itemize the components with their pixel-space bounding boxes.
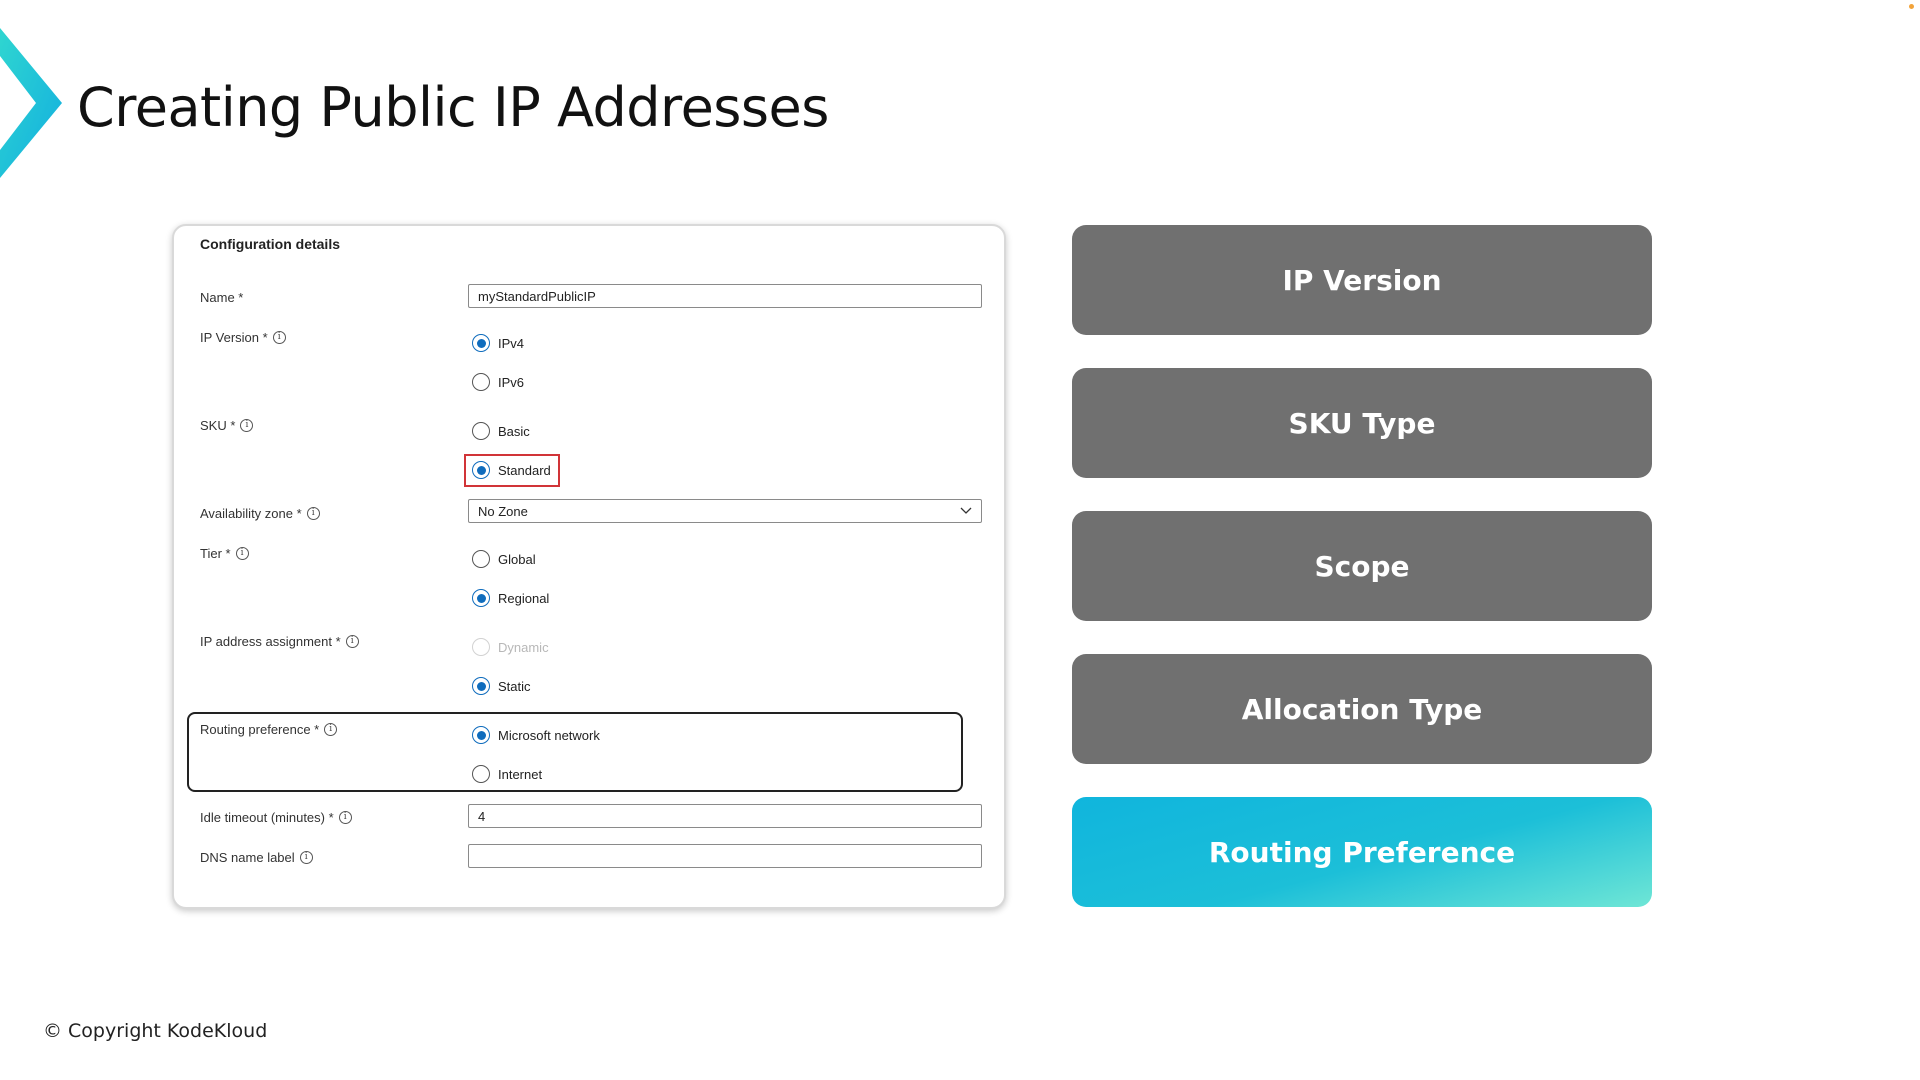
corner-dot bbox=[1909, 4, 1914, 9]
radio-selected-icon bbox=[472, 589, 490, 607]
radio-standard[interactable]: Standard bbox=[472, 461, 551, 479]
availability-zone-label: Availability zone * i bbox=[200, 506, 320, 521]
name-input[interactable] bbox=[468, 284, 982, 308]
copyright-footer: © Copyright KodeKloud bbox=[43, 1020, 268, 1042]
dns-name-input[interactable] bbox=[468, 844, 982, 868]
topic-scope[interactable]: Scope bbox=[1072, 511, 1652, 621]
info-icon[interactable]: i bbox=[324, 723, 338, 736]
radio-basic[interactable]: Basic bbox=[472, 422, 530, 440]
topic-ip-version[interactable]: IP Version bbox=[1072, 225, 1652, 335]
radio-empty-icon bbox=[472, 373, 490, 391]
radio-internet[interactable]: Internet bbox=[472, 765, 542, 783]
info-icon[interactable]: i bbox=[235, 547, 249, 560]
name-label: Name * bbox=[200, 290, 244, 305]
radio-empty-icon bbox=[472, 550, 490, 568]
radio-selected-icon bbox=[472, 334, 490, 352]
radio-ipv4[interactable]: IPv4 bbox=[472, 334, 524, 352]
topic-sku-type[interactable]: SKU Type bbox=[1072, 368, 1652, 478]
radio-disabled-icon bbox=[472, 638, 490, 656]
radio-microsoft-network[interactable]: Microsoft network bbox=[472, 726, 600, 744]
info-icon[interactable]: i bbox=[306, 507, 320, 520]
radio-empty-icon bbox=[472, 422, 490, 440]
radio-ipv6[interactable]: IPv6 bbox=[472, 373, 524, 391]
routing-preference-label: Routing preference * i bbox=[200, 722, 338, 737]
radio-global[interactable]: Global bbox=[472, 550, 536, 568]
sku-label: SKU * i bbox=[200, 418, 254, 433]
info-icon[interactable]: i bbox=[345, 635, 359, 648]
dns-name-label: DNS name label i bbox=[200, 850, 313, 865]
kodekloud-logo-chevron bbox=[0, 28, 62, 178]
topic-routing-preference[interactable]: Routing Preference bbox=[1072, 797, 1652, 907]
ip-version-label: IP Version * i bbox=[200, 330, 286, 345]
card-heading: Configuration details bbox=[200, 236, 340, 252]
chevron-down-icon bbox=[960, 507, 972, 514]
tier-label: Tier * i bbox=[200, 546, 249, 561]
radio-selected-icon bbox=[472, 677, 490, 695]
radio-regional[interactable]: Regional bbox=[472, 589, 549, 607]
configuration-details-card: Configuration details Name * IP Version … bbox=[172, 224, 1006, 909]
idle-timeout-label: Idle timeout (minutes) * i bbox=[200, 810, 352, 825]
radio-selected-icon bbox=[472, 461, 490, 479]
radio-static[interactable]: Static bbox=[472, 677, 531, 695]
info-icon[interactable]: i bbox=[299, 851, 313, 864]
ip-assignment-label: IP address assignment * i bbox=[200, 634, 359, 649]
info-icon[interactable]: i bbox=[272, 331, 286, 344]
info-icon[interactable]: i bbox=[338, 811, 352, 824]
radio-empty-icon bbox=[472, 765, 490, 783]
idle-timeout-input[interactable] bbox=[468, 804, 982, 828]
info-icon[interactable]: i bbox=[240, 419, 254, 432]
radio-dynamic: Dynamic bbox=[472, 638, 549, 656]
availability-zone-select[interactable]: No Zone bbox=[468, 499, 982, 523]
slide-title: Creating Public IP Addresses bbox=[77, 76, 829, 139]
radio-selected-icon bbox=[472, 726, 490, 744]
topic-allocation-type[interactable]: Allocation Type bbox=[1072, 654, 1652, 764]
